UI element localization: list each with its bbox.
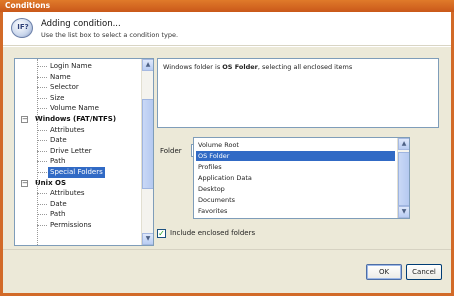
tree-connector: [37, 161, 47, 163]
window-title: Conditions: [0, 0, 454, 12]
condition-description: Windows folder is OS Folder, selecting a…: [157, 58, 439, 128]
tree-connector: [37, 172, 47, 173]
folder-list-item[interactable]: Volume Root: [196, 140, 395, 150]
conditions-dialog: Conditions IF? Adding condition... Use t…: [0, 0, 454, 296]
tree-item[interactable]: Login Name: [48, 61, 94, 72]
tree-connector: [37, 140, 47, 142]
header-subtitle: Use the list box to select a condition t…: [41, 31, 179, 39]
folder-list[interactable]: Volume Root OS Folder Profiles Application …: [193, 137, 410, 219]
tree-item[interactable]: Path: [48, 209, 67, 220]
tree-item[interactable]: Name: [48, 72, 73, 83]
folder-label: Folder: [160, 147, 182, 155]
tree-item[interactable]: Date: [48, 199, 69, 210]
folder-list-scrollbar[interactable]: ▲ ▼: [397, 138, 409, 218]
tree-group[interactable]: Windows (FAT/NTFS): [33, 114, 118, 125]
tree-connector: [37, 203, 47, 205]
tree-item[interactable]: Date: [48, 135, 69, 146]
list-scroll-up-icon[interactable]: ▲: [398, 138, 409, 150]
tree-group[interactable]: Unix OS: [33, 178, 68, 189]
tree-item[interactable]: Path: [48, 156, 67, 167]
description-value: OS Folder: [222, 63, 258, 71]
dialog-header: IF? Adding condition... Use the list box…: [3, 12, 451, 46]
tree-item[interactable]: Permissions: [48, 220, 93, 231]
tree-scrollbar[interactable]: ▲ ▼: [141, 59, 153, 245]
collapse-icon[interactable]: −: [21, 179, 28, 187]
tree-item[interactable]: Drive Letter: [48, 146, 94, 157]
tree-item[interactable]: Attributes: [48, 188, 87, 199]
tree-connector: [37, 193, 47, 195]
include-enclosed-label: Include enclosed folders: [170, 229, 256, 237]
folder-list-item[interactable]: Desktop: [196, 184, 395, 194]
tree-item[interactable]: Volume Name: [48, 103, 101, 114]
tree-item[interactable]: Selector: [48, 82, 81, 93]
tree-item[interactable]: Attributes: [48, 125, 87, 136]
tree-connector: [37, 108, 47, 110]
tree-connector: [37, 129, 47, 131]
tree-scroll-thumb[interactable]: [142, 99, 153, 189]
tree-connector-vertical: [37, 59, 38, 245]
conditions-icon: IF?: [11, 18, 33, 38]
tree-connector: [37, 87, 47, 89]
tree-item[interactable]: Special Folders: [48, 167, 105, 178]
description-prefix: Windows folder is: [163, 63, 223, 71]
collapse-icon[interactable]: −: [21, 116, 28, 123]
scroll-down-icon[interactable]: ▼: [142, 233, 153, 245]
condition-type-tree[interactable]: Login Name Name Selector Size Volume Name Win…: [14, 58, 154, 246]
folder-list-item[interactable]: Profiles: [196, 162, 395, 172]
footer-separator: [3, 249, 451, 250]
scroll-up-icon[interactable]: ▲: [142, 59, 153, 71]
tree-connector: [37, 214, 47, 216]
list-scroll-down-icon[interactable]: ▼: [398, 206, 409, 218]
tree-connector: [37, 97, 47, 99]
folder-list-item[interactable]: OS Folder: [196, 151, 395, 161]
tree-connector: [37, 150, 47, 152]
tree-item[interactable]: Size: [48, 93, 66, 104]
cancel-button[interactable]: Cancel: [406, 264, 442, 280]
folder-list-item[interactable]: Favorites: [196, 206, 395, 216]
header-title: Adding condition...: [41, 19, 121, 29]
ok-button[interactable]: OK: [366, 264, 402, 280]
folder-list-item[interactable]: Documents: [196, 195, 395, 205]
folder-list-item[interactable]: Application Data: [196, 173, 395, 183]
tree-connector: [37, 76, 47, 78]
include-enclosed-checkbox[interactable]: ✓: [157, 229, 166, 238]
tree-connector: [37, 225, 47, 226]
description-suffix: , selecting all enclosed items: [257, 63, 353, 71]
list-scroll-thumb[interactable]: [398, 152, 409, 206]
tree-connector: [37, 66, 47, 67]
